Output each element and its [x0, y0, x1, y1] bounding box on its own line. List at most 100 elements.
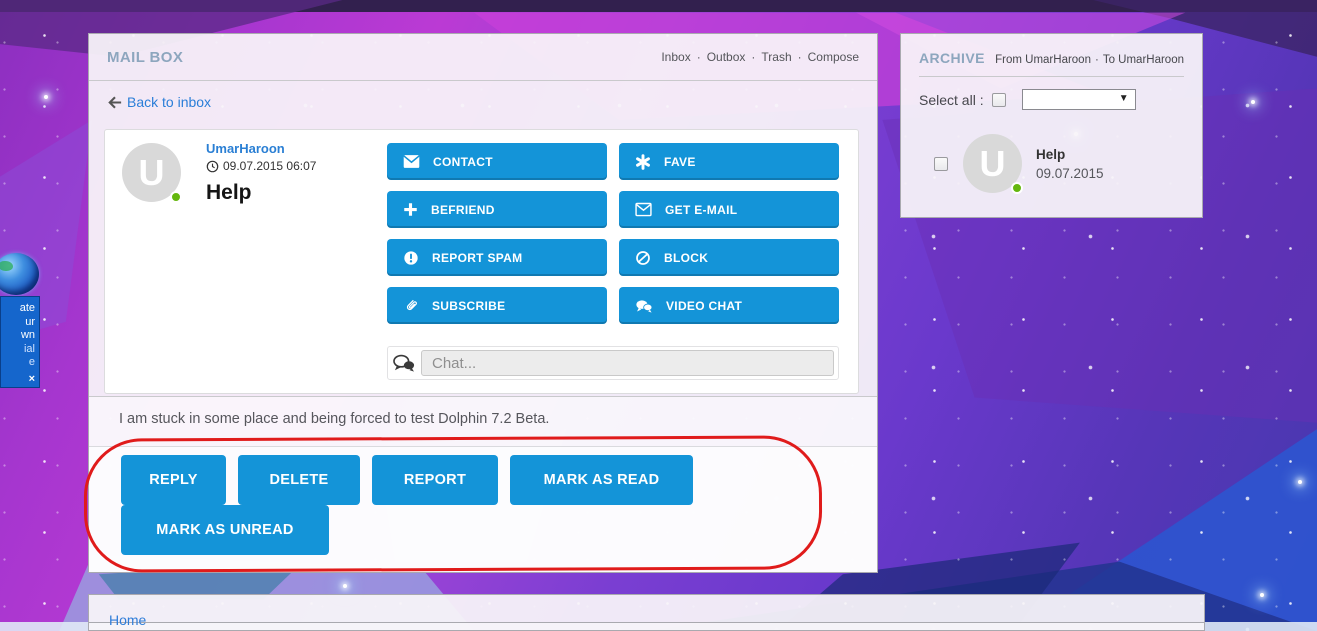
button-label: SUBSCRIBE [432, 298, 506, 313]
archive-item-subject[interactable]: Help [1036, 147, 1104, 162]
tab-outbox[interactable]: Outbox [707, 50, 746, 64]
button-label: CONTACT [433, 154, 493, 169]
actions-row-1: REPLY DELETE REPORT MARK AS READ [121, 455, 877, 505]
asterisk-icon [636, 153, 650, 170]
archive-list-item[interactable]: U Help 09.07.2015 [901, 134, 1202, 194]
online-status-dot [1011, 182, 1023, 194]
mailbox-header: MAIL BOX Inbox · Outbox · Trash · Compos… [89, 34, 877, 81]
bright-star [44, 95, 48, 99]
mark-as-unread-button[interactable]: MARK AS UNREAD [121, 505, 329, 555]
message-actions-section: REPLY DELETE REPORT MARK AS READ MARK AS… [89, 446, 877, 572]
sender-name-link[interactable]: UmarHaroon [206, 141, 316, 156]
ad-text-fragment: e [28, 356, 35, 368]
item-checkbox[interactable] [934, 156, 948, 171]
tab-separator: · [797, 50, 802, 64]
ad-text-fragment: ate [19, 302, 35, 314]
message-date: 09.07.2015 06:07 [223, 159, 317, 173]
ad-text-fragment: wn [20, 329, 35, 341]
tab-separator: · [751, 50, 756, 64]
actions-row-2: MARK AS UNREAD [121, 505, 877, 555]
close-icon[interactable]: × [29, 374, 35, 385]
chat-bubbles-icon [636, 299, 653, 313]
online-status-dot [170, 191, 182, 203]
ad-text-fragment: ial [23, 342, 35, 355]
archive-item-date: 09.07.2015 [1036, 165, 1104, 181]
envelope-outline-icon [635, 202, 652, 217]
plus-icon [404, 203, 417, 216]
archive-controls: Select all : ▼ [901, 77, 1202, 110]
fave-button[interactable]: FAVE [619, 143, 839, 180]
select-all-label: Select all : [919, 91, 984, 108]
archive-title: ARCHIVE [919, 50, 985, 66]
avatar-letter: U [138, 151, 165, 193]
report-button[interactable]: REPORT [372, 455, 498, 505]
filter-from-link[interactable]: From UmarHaroon [995, 54, 1091, 66]
clock-icon [206, 160, 219, 172]
globe-icon [0, 253, 39, 295]
archive-header: ARCHIVE From UmarHaroon · To UmarHaroon [901, 34, 1202, 76]
chat-icon [393, 354, 415, 372]
button-label: GET E-MAIL [665, 202, 738, 217]
bright-star [1298, 480, 1302, 484]
button-label: BLOCK [664, 250, 709, 265]
button-label: FAVE [664, 154, 696, 169]
video-chat-button[interactable]: VIDEO CHAT [619, 287, 839, 324]
ad-text-box: ate ur wn ial e × [0, 296, 40, 388]
message-body-section: I am stuck in some place and being force… [89, 396, 877, 446]
reply-button[interactable]: REPLY [121, 455, 226, 505]
page-title: MAIL BOX [107, 48, 184, 66]
chat-input[interactable] [421, 350, 834, 376]
tab-trash[interactable]: Trash [761, 50, 791, 64]
back-row: Back to inbox [89, 81, 877, 114]
back-link-label: Back to inbox [127, 94, 212, 110]
message-card: U UmarHaroon 09.07.2015 06:07 Help CONTA… [104, 129, 859, 394]
button-label: VIDEO CHAT [666, 298, 743, 313]
envelope-icon [403, 155, 420, 168]
divider [89, 622, 1204, 623]
bulk-action-dropdown[interactable]: ▼ [1021, 89, 1136, 110]
ad-widget: ate ur wn ial e × [0, 253, 40, 388]
tab-separator: · [696, 50, 701, 64]
tab-compose[interactable]: Compose [808, 50, 859, 64]
back-to-inbox-link[interactable]: Back to inbox [108, 94, 211, 110]
chevron-down-icon: ▼ [1118, 93, 1129, 104]
befriend-button[interactable]: BEFRIEND [387, 191, 607, 228]
chat-row [387, 346, 839, 380]
bright-star [1251, 100, 1255, 104]
filter-to-link[interactable]: To UmarHaroon [1103, 54, 1184, 66]
ad-text-fragment: ur [25, 315, 35, 328]
delete-button[interactable]: DELETE [238, 455, 360, 505]
button-label: BEFRIEND [431, 202, 495, 217]
home-link[interactable]: Home [109, 612, 146, 628]
block-button[interactable]: BLOCK [619, 239, 839, 276]
contact-button[interactable]: CONTACT [387, 143, 607, 180]
mailbox-tabs: Inbox · Outbox · Trash · Compose [661, 50, 859, 64]
block-icon [636, 250, 650, 265]
avatar[interactable]: U [963, 134, 1023, 194]
tab-inbox[interactable]: Inbox [661, 50, 690, 64]
footer-panel: Home [88, 594, 1205, 631]
subscribe-button[interactable]: SUBSCRIBE [387, 287, 607, 324]
sender-block: UmarHaroon 09.07.2015 06:07 Help [206, 141, 316, 205]
paperclip-icon [406, 299, 417, 310]
report-spam-button[interactable]: REPORT SPAM [387, 239, 607, 276]
avatar-letter: U [979, 142, 1006, 184]
profile-actions-grid: CONTACT FAVE BEFRIEND GET E-MAIL REPORT … [387, 143, 839, 324]
select-all-checkbox[interactable] [991, 92, 1006, 107]
message-subject: Help [206, 181, 252, 204]
mark-as-read-button[interactable]: MARK AS READ [510, 455, 693, 505]
bright-star [343, 584, 347, 588]
archive-panel: ARCHIVE From UmarHaroon · To UmarHaroon … [900, 33, 1203, 218]
message-date-row: 09.07.2015 06:07 [206, 159, 316, 173]
filter-separator: · [1094, 54, 1099, 66]
mailbox-panel: MAIL BOX Inbox · Outbox · Trash · Compos… [88, 33, 878, 573]
back-arrow-icon [108, 96, 122, 108]
bright-star [1260, 593, 1264, 597]
button-label: REPORT SPAM [432, 250, 523, 265]
message-body: I am stuck in some place and being force… [119, 411, 550, 427]
exclamation-circle-icon [404, 250, 418, 265]
get-email-button[interactable]: GET E-MAIL [619, 191, 839, 228]
archive-filters: From UmarHaroon · To UmarHaroon [995, 54, 1184, 66]
avatar[interactable]: U [122, 143, 182, 203]
archive-item-text: Help 09.07.2015 [1036, 147, 1104, 181]
